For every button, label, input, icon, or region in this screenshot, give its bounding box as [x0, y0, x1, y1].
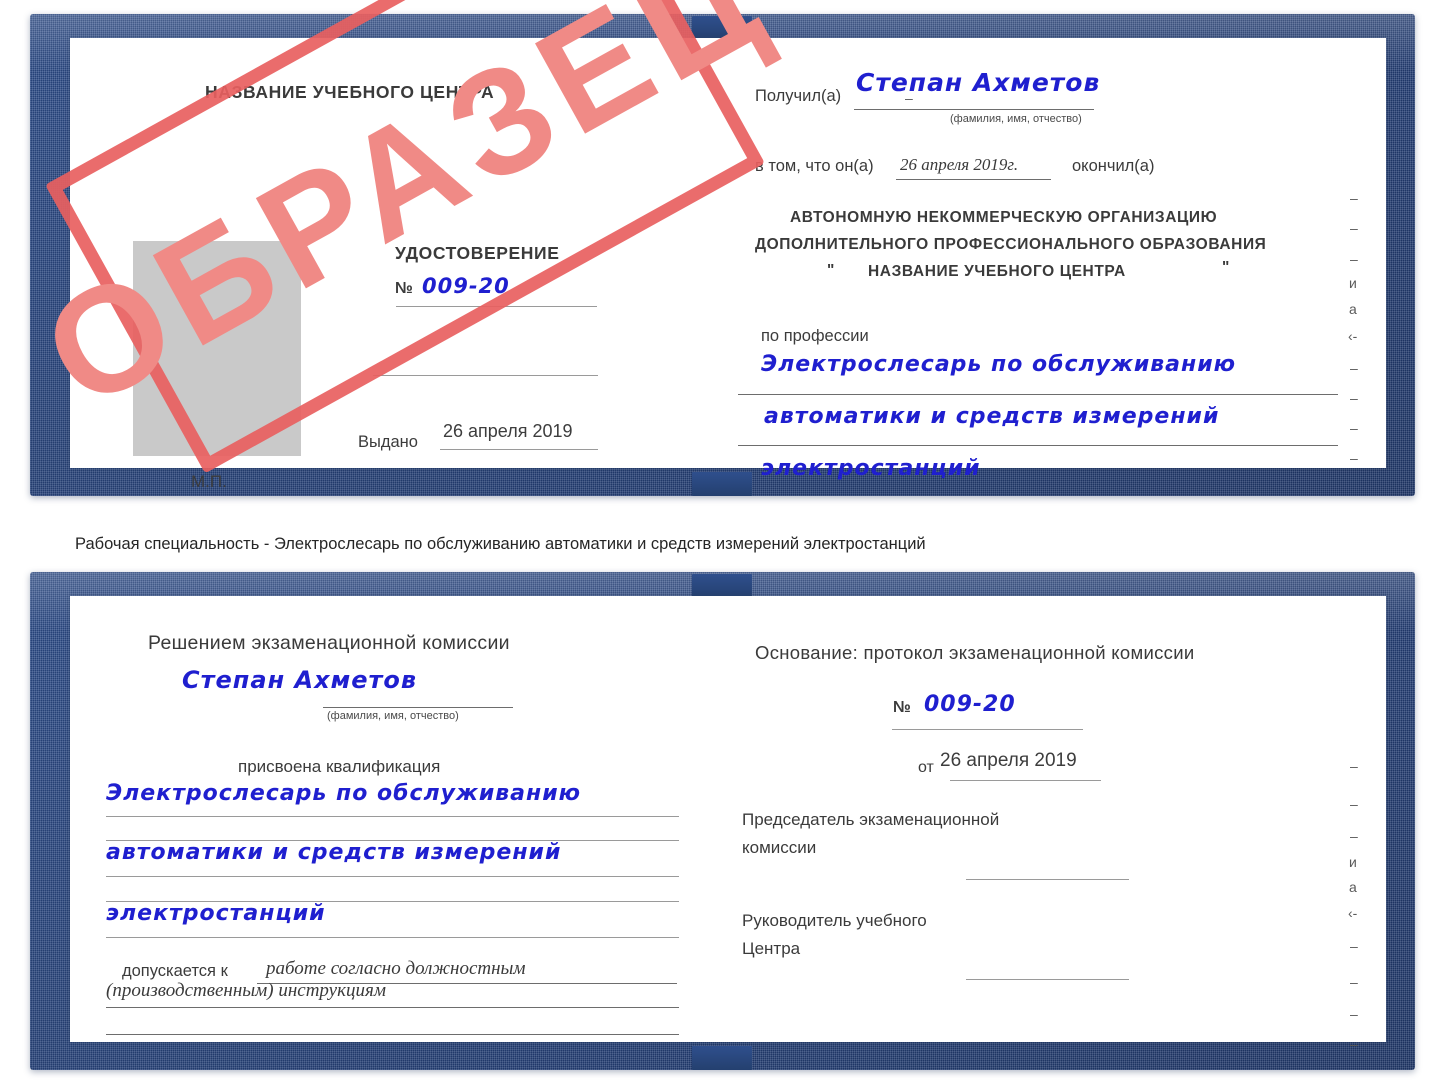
edge-mark-b2: –: [1350, 828, 1358, 844]
organization-quote-open: ": [827, 262, 835, 279]
edge-mark-b6: –: [1350, 938, 1358, 954]
number-label: №: [395, 280, 413, 297]
profession-rule-1: [738, 394, 1338, 396]
protocol-number-label: №: [893, 699, 911, 716]
profession-rule-2: [738, 445, 1338, 447]
caption-text: Рабочая специальность - Электрослесарь п…: [75, 535, 926, 553]
photo-placeholder: [133, 241, 301, 456]
spine-notch-bottom: [692, 472, 752, 496]
page-title: НАЗВАНИЕ УЧЕБНОГО ЦЕНТРА: [205, 82, 495, 102]
edge-mark-b7: –: [1350, 974, 1358, 990]
recipient-name-rule: [323, 707, 513, 709]
bottom-left-page: Решением экзаменационной комиссии Степан…: [70, 596, 728, 1042]
received-value: Степан Ахметов: [856, 68, 1101, 97]
chairman-line-2: комиссии: [742, 838, 817, 857]
qualification-line-3: электростанций: [106, 901, 326, 926]
edge-mark-0: –: [905, 90, 913, 106]
certificate-top-pages: НАЗВАНИЕ УЧЕБНОГО ЦЕНТРА УДОСТОВЕРЕНИЕ №…: [70, 38, 1386, 490]
qualification-rule-3b: [106, 937, 679, 939]
edge-mark-b5: ‹-: [1348, 905, 1358, 921]
edge-mark-b9: –: [1350, 1036, 1358, 1052]
recipient-name-hint: (фамилия, имя, отчество): [327, 710, 459, 722]
spine-notch-top: [692, 16, 752, 40]
chairman-line-1: Председатель экзаменационной: [742, 810, 1000, 829]
spine-notch-top-2: [692, 574, 752, 598]
edge-mark-b8: –: [1350, 1006, 1358, 1022]
edge-mark-3: –: [1350, 251, 1358, 267]
head-line-1: Руководитель учебного: [742, 911, 927, 930]
edge-mark-2: –: [1350, 220, 1358, 236]
edge-mark-9: –: [1350, 420, 1358, 436]
bottom-right-page: Основание: протокол экзаменационной коми…: [728, 596, 1386, 1052]
number-value: 009-20: [422, 274, 510, 298]
protocol-date-label: от: [918, 759, 934, 776]
qualification-label: присвоена квалификация: [238, 757, 441, 776]
organization-quote-close: ": [1222, 259, 1230, 276]
protocol-number-value: 009-20: [924, 692, 1016, 717]
admitted-rule-2: [106, 1007, 679, 1009]
number-rule: [396, 306, 597, 308]
edge-mark-7: –: [1350, 360, 1358, 376]
protocol-date-value: 26 апреля 2019: [940, 750, 1077, 771]
qualification-rule-2b: [106, 876, 679, 878]
completion-label: в том, что он(а): [755, 157, 874, 175]
recipient-name: Степан Ахметов: [182, 666, 418, 694]
head-signature-rule: [966, 979, 1129, 981]
profession-line-3: электростанций: [761, 456, 981, 481]
completion-date: 26 апреля 2019г.: [900, 155, 1019, 174]
issued-rule: [440, 449, 598, 451]
organization-line-1: АВТОНОМНУЮ НЕКОММЕРЧЕСКУЮ ОРГАНИЗАЦИЮ: [790, 209, 1218, 226]
profession-line-1: Электрослесарь по обслуживанию: [761, 352, 1237, 377]
edge-mark-b4: а: [1349, 879, 1357, 895]
top-right-page: Получил(а) Степан Ахметов (фамилия, имя,…: [728, 38, 1386, 480]
organization-line-3: НАЗВАНИЕ УЧЕБНОГО ЦЕНТРА: [868, 263, 1126, 280]
certificate-top: НАЗВАНИЕ УЧЕБНОГО ЦЕНТРА УДОСТОВЕРЕНИЕ №…: [17, 0, 1415, 496]
admitted-label: допускается к: [122, 962, 228, 980]
edge-mark-b0: –: [1350, 758, 1358, 774]
profession-label: по профессии: [761, 327, 869, 345]
edge-mark-6: ‹-: [1348, 328, 1358, 344]
head-line-2: Центра: [742, 939, 801, 958]
received-rule: [854, 109, 1094, 111]
document-type-label: УДОСТОВЕРЕНИЕ: [395, 243, 560, 263]
edge-mark-b1: –: [1350, 796, 1358, 812]
blank-rule: [373, 375, 598, 377]
profession-line-2: автоматики и средств измерений: [764, 404, 1220, 429]
protocol-number-rule: [892, 729, 1083, 731]
qualification-line-1: Электрослесарь по обслуживанию: [106, 781, 582, 806]
admitted-value-line-1: работе согласно должностным: [266, 958, 526, 979]
edge-mark-5: а: [1349, 301, 1357, 317]
chairman-signature-rule: [966, 879, 1129, 881]
admitted-value-line-2: (производственным) инструкциям: [106, 980, 386, 1001]
admitted-rule-3: [106, 1034, 679, 1036]
qualification-rule-1: [106, 816, 679, 818]
edge-mark-b3: и: [1349, 854, 1357, 870]
certificate-bottom-pages: Решением экзаменационной комиссии Степан…: [70, 596, 1386, 1052]
top-left-page: НАЗВАНИЕ УЧЕБНОГО ЦЕНТРА УДОСТОВЕРЕНИЕ №…: [70, 38, 728, 490]
edge-mark-4: и: [1349, 275, 1357, 291]
basis-label: Основание: протокол экзаменационной коми…: [755, 642, 1195, 663]
organization-line-2: ДОПОЛНИТЕЛЬНОГО ПРОФЕССИОНАЛЬНОГО ОБРАЗО…: [755, 236, 1267, 253]
finished-label: окончил(а): [1072, 157, 1155, 175]
seal-label: М.П.: [191, 472, 227, 491]
qualification-line-2: автоматики и средств измерений: [106, 840, 562, 865]
issued-value: 26 апреля 2019: [443, 421, 573, 441]
edge-mark-10: –: [1350, 450, 1358, 466]
edge-mark-1: –: [1350, 190, 1358, 206]
certificate-bottom: Решением экзаменационной комиссии Степан…: [30, 572, 1415, 1070]
spine-notch-bottom-2: [692, 1046, 752, 1070]
received-hint: (фамилия, имя, отчество): [950, 113, 1082, 125]
completion-rule: [896, 179, 1051, 181]
issued-label: Выдано: [358, 433, 418, 451]
protocol-date-rule: [950, 780, 1101, 782]
edge-mark-8: –: [1350, 390, 1358, 406]
decision-header: Решением экзаменационной комиссии: [148, 632, 510, 654]
received-label: Получил(а): [755, 87, 842, 105]
